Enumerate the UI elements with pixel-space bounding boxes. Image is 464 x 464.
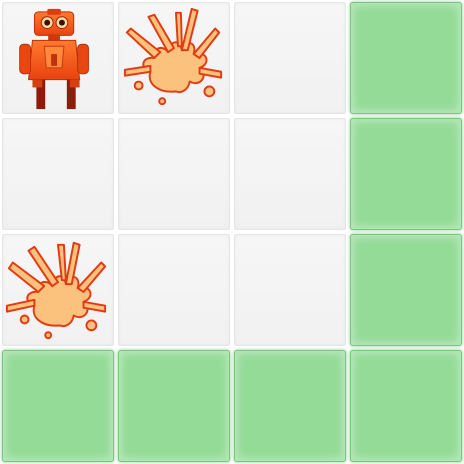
cell-r3-c0[interactable] — [2, 350, 114, 462]
cell-r2-c2[interactable] — [234, 234, 346, 346]
cell-r2-c1[interactable] — [118, 234, 230, 346]
cell-r0-c1[interactable] — [118, 2, 230, 114]
cell-r3-c3[interactable] — [350, 350, 462, 462]
cell-r0-c0[interactable] — [2, 2, 114, 114]
cell-r2-c0[interactable] — [2, 234, 114, 346]
explosion-icon — [5, 241, 107, 340]
cell-r1-c1[interactable] — [118, 118, 230, 230]
cell-r0-c3[interactable] — [350, 2, 462, 114]
cell-r1-c2[interactable] — [234, 118, 346, 230]
explosion-icon — [123, 7, 223, 106]
cell-r2-c3[interactable] — [350, 234, 462, 346]
robot-icon — [19, 8, 89, 110]
cell-r3-c1[interactable] — [118, 350, 230, 462]
cell-r1-c0[interactable] — [2, 118, 114, 230]
cell-r3-c2[interactable] — [234, 350, 346, 462]
cell-r1-c3[interactable] — [350, 118, 462, 230]
game-board — [0, 0, 464, 464]
cell-r0-c2[interactable] — [234, 2, 346, 114]
